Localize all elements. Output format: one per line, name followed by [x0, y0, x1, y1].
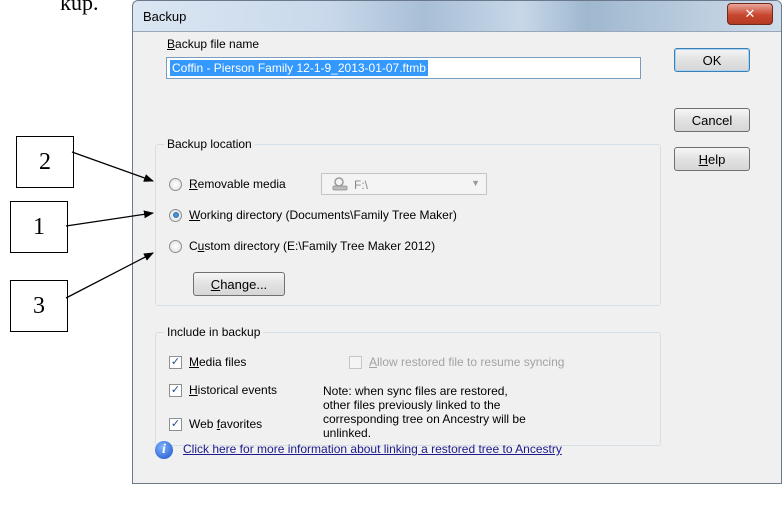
checkbox-checked: ✓ — [169, 383, 182, 397]
chevron-down-icon: ▼ — [471, 178, 480, 188]
removable-drive-select[interactable]: F:\ ▼ — [321, 173, 487, 195]
drive-value: F:\ — [354, 178, 368, 192]
window-title: Backup — [143, 9, 187, 24]
allow-resume-syncing-checkbox[interactable]: Allow restored file to resume syncing — [349, 355, 564, 369]
sync-note: Note: when sync files are restored, othe… — [323, 384, 526, 440]
top-text: kup. — [60, 0, 99, 15]
backup-location-label: Backup location — [164, 137, 255, 151]
info-icon: i — [155, 441, 173, 459]
radio-button-selected — [169, 208, 182, 222]
radio-button — [169, 177, 182, 191]
removable-media-radio[interactable]: Removable media — [169, 177, 286, 191]
help-button[interactable]: Help — [674, 147, 750, 171]
working-directory-radio[interactable]: Working directory (Documents\Family Tree… — [169, 208, 457, 222]
close-button[interactable]: ✕ — [727, 3, 773, 25]
web-favorites-checkbox[interactable]: ✓ Web favorites — [169, 417, 262, 431]
callout-3: 3 — [10, 280, 68, 332]
radio-button — [169, 239, 182, 253]
more-info-link[interactable]: Click here for more information about li… — [183, 442, 562, 456]
historical-events-checkbox[interactable]: ✓ Historical events — [169, 383, 277, 397]
checkbox-checked: ✓ — [169, 355, 182, 369]
include-label: Include in backup — [164, 325, 264, 339]
file-name-label: Backup file name — [167, 37, 260, 51]
file-name-value: Coffin - Pierson Family 12-1-9_2013-01-0… — [170, 60, 428, 76]
backup-dialog: Backup ✕ Backup file name Coffin - Piers… — [132, 0, 782, 484]
cancel-button[interactable]: Cancel — [674, 108, 750, 132]
checkbox-checked: ✓ — [169, 417, 182, 431]
title-bar: Backup ✕ — [133, 1, 781, 32]
custom-directory-radio[interactable]: Custom directory (E:\Family Tree Maker 2… — [169, 239, 435, 253]
callout-1: 1 — [10, 201, 68, 253]
callout-2: 2 — [16, 136, 74, 188]
file-name-input[interactable]: Coffin - Pierson Family 12-1-9_2013-01-0… — [166, 57, 641, 79]
checkbox-unchecked — [349, 355, 362, 369]
media-files-checkbox[interactable]: ✓ Media files — [169, 355, 246, 369]
change-button[interactable]: Change... — [193, 272, 285, 296]
ok-button[interactable]: OK — [674, 48, 750, 72]
close-icon: ✕ — [744, 6, 756, 21]
drive-icon — [332, 177, 348, 191]
